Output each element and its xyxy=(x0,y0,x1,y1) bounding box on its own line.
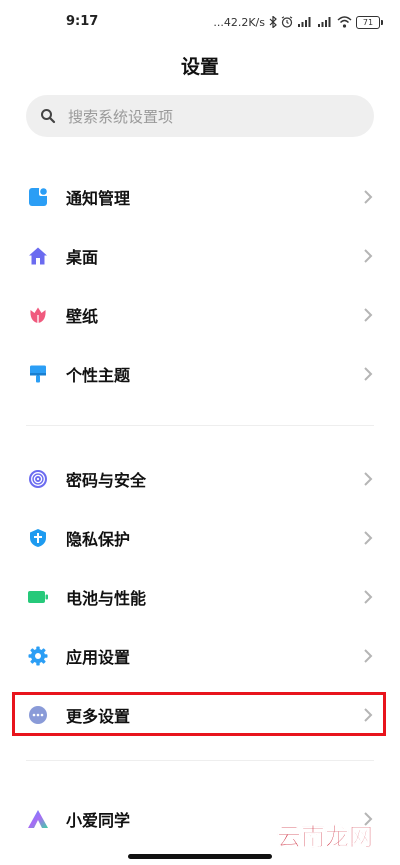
brush-icon xyxy=(26,362,50,386)
section-divider xyxy=(26,425,374,426)
settings-item-desktop[interactable]: 桌面 xyxy=(0,234,400,278)
chevron-right-icon xyxy=(362,589,374,605)
chevron-right-icon xyxy=(362,366,374,382)
settings-item-wallpaper[interactable]: 壁纸 xyxy=(0,293,400,337)
settings-item-themes[interactable]: 个性主题 xyxy=(0,352,400,396)
shield-icon xyxy=(26,526,50,550)
settings-item-label: 应用设置 xyxy=(66,648,131,667)
home-icon xyxy=(26,244,50,268)
settings-item-privacy[interactable]: 隐私保护 xyxy=(0,516,400,560)
fingerprint-icon xyxy=(26,467,50,491)
settings-item-battery-performance[interactable]: 电池与性能 xyxy=(0,575,400,619)
chevron-right-icon xyxy=(362,307,374,323)
settings-item-label: 隐私保护 xyxy=(66,530,131,549)
tulip-icon xyxy=(26,303,50,327)
watermark-text: 云南龙网 xyxy=(277,823,373,851)
settings-item-label: 通知管理 xyxy=(66,189,131,208)
watermark-logo: 云南龙网 xyxy=(270,819,380,853)
signal-icon-2 xyxy=(317,16,333,28)
status-icons: ...42.2K/s 71 xyxy=(213,12,383,32)
chevron-right-icon xyxy=(362,248,374,264)
status-bar: 9:17 ...42.2K/s 71 xyxy=(0,0,400,44)
settings-item-label: 桌面 xyxy=(66,248,99,267)
xiaoai-icon xyxy=(26,807,50,831)
settings-item-notifications[interactable]: 通知管理 xyxy=(0,175,400,219)
page-title: 设置 xyxy=(180,56,219,78)
settings-item-label: 壁纸 xyxy=(66,307,99,326)
settings-item-password-security[interactable]: 密码与安全 xyxy=(0,457,400,501)
notification-icon xyxy=(26,185,50,209)
chevron-right-icon xyxy=(362,189,374,205)
chevron-right-icon xyxy=(362,471,374,487)
search-icon xyxy=(40,108,56,124)
signal-icon-1 xyxy=(297,16,313,28)
network-speed: ...42.2K/s xyxy=(213,15,265,29)
settings-item-label: 个性主题 xyxy=(66,366,131,385)
search-placeholder: 搜索系统设置项 xyxy=(68,107,174,126)
settings-item-label: 电池与性能 xyxy=(66,589,147,608)
settings-item-label: 密码与安全 xyxy=(66,471,147,490)
wifi-icon xyxy=(337,16,352,28)
battery-indicator: 71 xyxy=(356,15,383,29)
gear-icon xyxy=(26,644,50,668)
highlight-box xyxy=(12,692,386,736)
search-input[interactable]: 搜索系统设置项 xyxy=(26,95,374,137)
settings-item-app-settings[interactable]: 应用设置 xyxy=(0,634,400,678)
battery-icon xyxy=(26,585,50,609)
settings-item-label: 小爱同学 xyxy=(66,811,131,830)
status-time: 9:17 xyxy=(66,14,99,29)
chevron-right-icon xyxy=(362,648,374,664)
section-divider xyxy=(26,760,374,761)
bluetooth-icon xyxy=(269,16,277,28)
home-indicator[interactable] xyxy=(128,854,272,859)
alarm-icon xyxy=(281,16,293,28)
chevron-right-icon xyxy=(362,530,374,546)
